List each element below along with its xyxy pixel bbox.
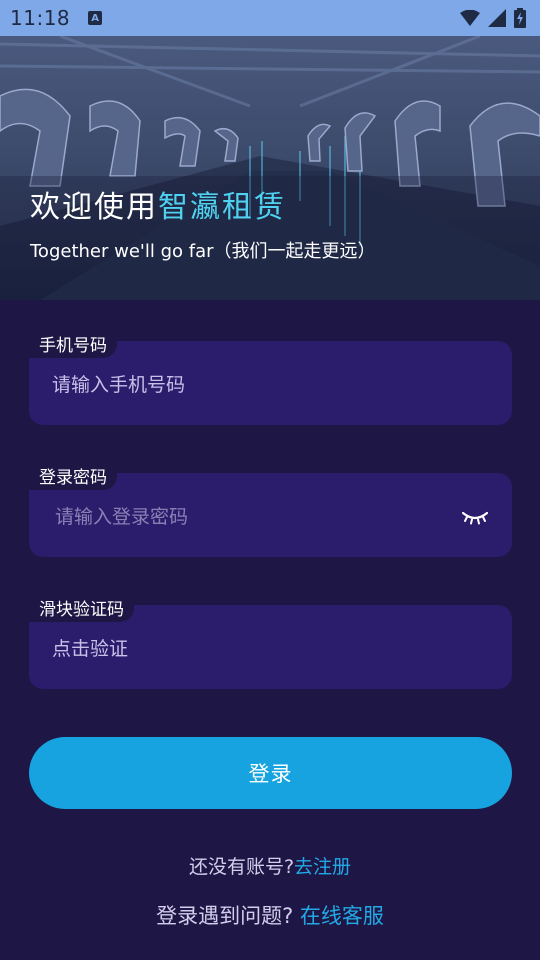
notification-a-icon: A xyxy=(88,11,103,25)
hero-banner: 欢迎使用智瀛租赁 Together we'll go far（我们一起走更远） xyxy=(0,36,540,300)
online-support-link[interactable]: 在线客服 xyxy=(300,904,384,928)
password-placeholder: 请输入登录密码 xyxy=(55,505,189,528)
phone-field-group: 手机号码 请输入手机号码 xyxy=(29,328,512,426)
register-line: 还没有账号?去注册 xyxy=(0,852,540,879)
status-time: 11:18 xyxy=(10,6,71,30)
welcome-subtitle: Together we'll go far（我们一起走更远） xyxy=(30,241,376,262)
password-field-group: 登录密码 请输入登录密码 xyxy=(29,460,512,558)
captcha-field-group: 滑块验证码 点击验证 xyxy=(29,592,512,690)
brand-name: 智瀛租赁 xyxy=(158,190,286,225)
cellular-signal-icon xyxy=(488,9,506,27)
register-prompt: 还没有账号? xyxy=(188,856,295,878)
status-bar: 11:18 A xyxy=(0,0,540,36)
status-icons xyxy=(460,8,526,28)
phone-placeholder: 请输入手机号码 xyxy=(52,373,186,396)
captcha-placeholder: 点击验证 xyxy=(52,637,129,660)
login-button[interactable]: 登录 xyxy=(29,737,512,809)
welcome-title: 欢迎使用智瀛租赁 xyxy=(30,182,286,226)
help-line: 登录遇到问题? 在线客服 xyxy=(0,900,540,930)
welcome-title-prefix: 欢迎使用 xyxy=(30,190,158,225)
help-prompt: 登录遇到问题? xyxy=(156,904,294,928)
captcha-label: 滑块验证码 xyxy=(29,592,134,622)
password-label: 登录密码 xyxy=(29,460,117,490)
register-link[interactable]: 去注册 xyxy=(294,856,351,878)
battery-charging-icon xyxy=(514,8,526,28)
eye-closed-icon[interactable] xyxy=(462,511,488,525)
wifi-icon xyxy=(460,10,480,26)
phone-label: 手机号码 xyxy=(29,328,117,358)
